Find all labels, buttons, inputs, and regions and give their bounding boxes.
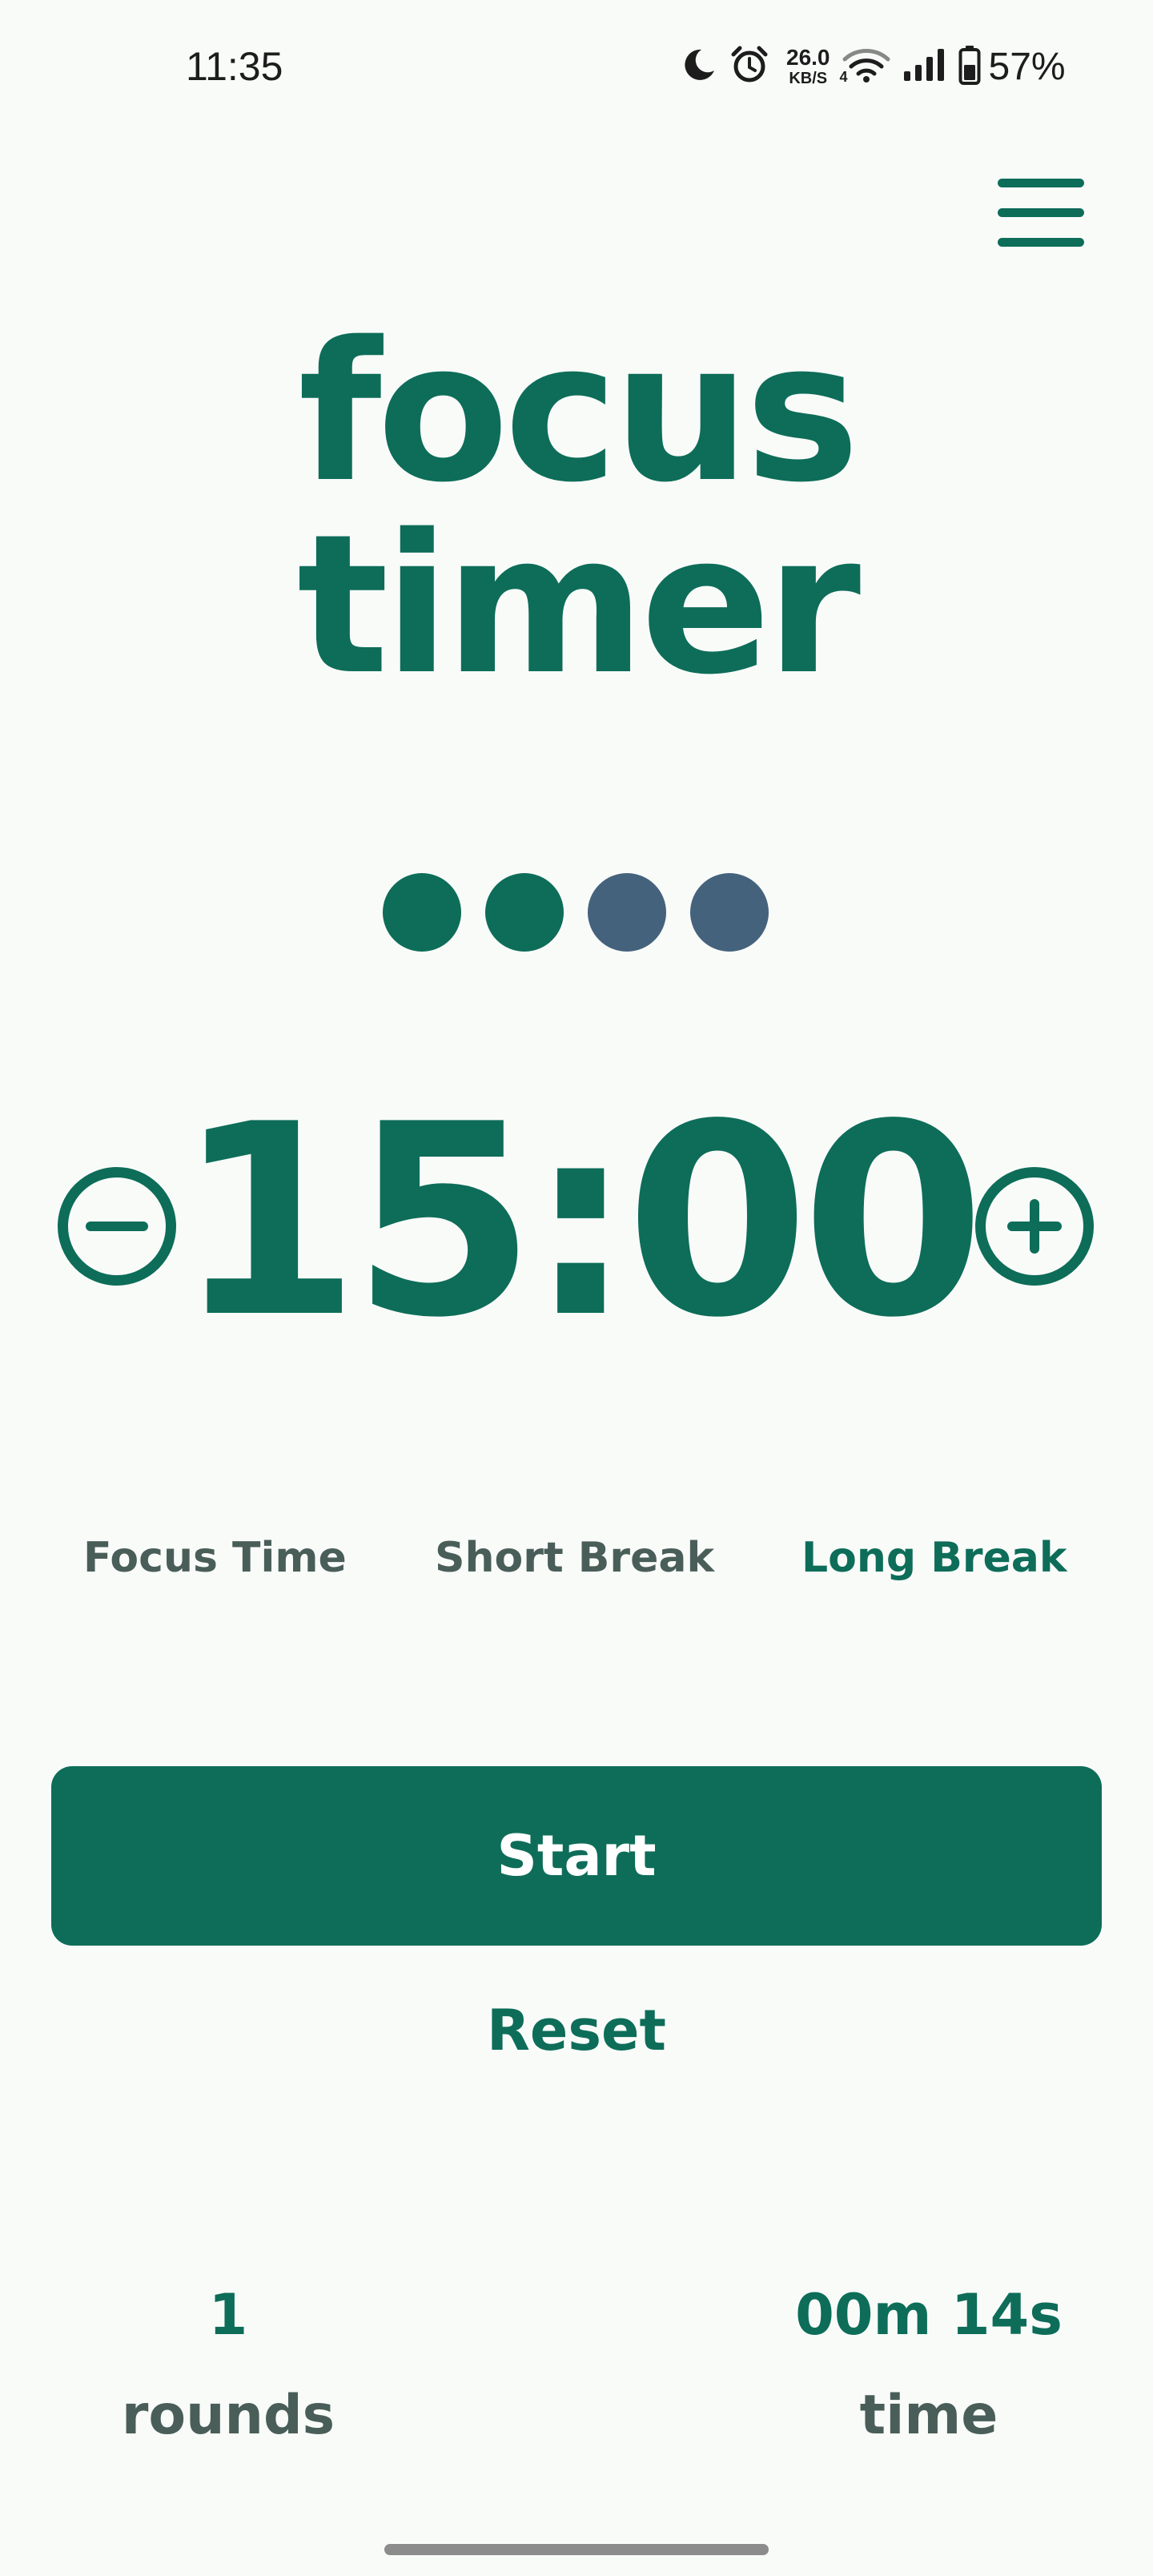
status-time: 11:35: [186, 44, 283, 89]
time-value: 00m 14s: [795, 2282, 1063, 2348]
wifi-icon: 4: [839, 46, 891, 87]
rounds-label: rounds: [121, 2384, 335, 2447]
rounds-value: 1: [208, 2282, 248, 2348]
status-bar: 11:35 26.0 KB/S 4 57%: [0, 0, 1153, 136]
battery-percent: 57%: [988, 45, 1066, 88]
increase-time-button[interactable]: [975, 1167, 1094, 1286]
rounds-stat: 1 rounds: [56, 2279, 400, 2452]
round-progress-dots: [383, 873, 769, 952]
hamburger-menu-icon[interactable]: [993, 168, 1089, 256]
minus-circle-icon: [86, 1222, 148, 1231]
menu-line: [998, 237, 1084, 247]
title-line-1: focus: [298, 300, 859, 525]
mode-tabs: Focus Time Short Break Long Break: [0, 1530, 1153, 1586]
start-button[interactable]: Start: [51, 1766, 1102, 1946]
focus-timer-screen: 11:35 26.0 KB/S 4 57% focus timer 15:00 …: [0, 0, 1153, 2576]
plus-circle-icon: [1007, 1199, 1062, 1254]
alarm-icon: [730, 45, 769, 88]
tab-short-break[interactable]: Short Break: [435, 1530, 714, 1586]
tab-long-break[interactable]: Long Break: [801, 1530, 1067, 1586]
reset-button[interactable]: Reset: [416, 1994, 737, 2067]
round-dot-pending: [588, 873, 666, 952]
home-indicator[interactable]: [384, 2544, 769, 2555]
status-icons: 26.0 KB/S 4 57%: [681, 40, 1066, 93]
battery-icon: [958, 45, 981, 88]
signal-icon: [902, 47, 947, 86]
network-type: 4: [839, 69, 848, 85]
tab-focus-time[interactable]: Focus Time: [83, 1530, 347, 1586]
timer-display: 15:00: [176, 1068, 985, 1375]
title-line-2: timer: [296, 493, 861, 717]
timer-row: 15:00: [0, 1068, 1153, 1375]
time-label: time: [859, 2384, 998, 2447]
round-dot-completed: [485, 873, 564, 952]
decrease-time-button[interactable]: [58, 1167, 176, 1286]
moon-icon: [681, 46, 717, 87]
round-dot-completed: [383, 873, 461, 952]
round-dot-pending: [690, 873, 769, 952]
app-title: focus timer: [0, 316, 1153, 701]
menu-line: [998, 178, 1084, 187]
time-stat: 00m 14s time: [753, 2279, 1105, 2452]
network-speed: 26.0 KB/S: [786, 45, 830, 87]
menu-line: [998, 207, 1084, 217]
